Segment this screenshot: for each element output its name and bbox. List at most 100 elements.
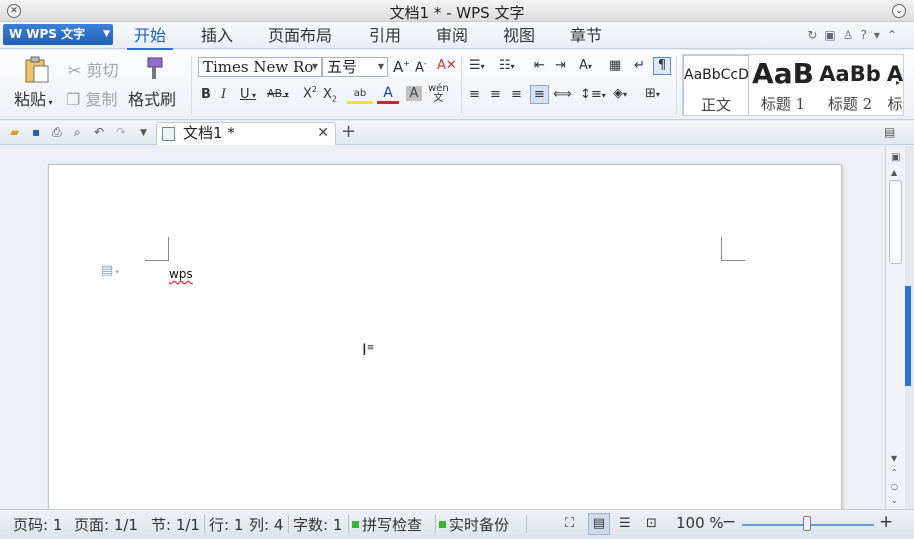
- window-title: 文档1 * - WPS 文字: [389, 4, 525, 22]
- help-icon[interactable]: ?▾: [861, 28, 887, 42]
- scroll-up-icon[interactable]: ▲: [891, 168, 897, 177]
- justify-icon[interactable]: ≡: [530, 85, 549, 104]
- vertical-scrollbar[interactable]: ▣ ▲ ▼ ⌃ ○ ⌄: [885, 146, 905, 509]
- paste-icon[interactable]: [22, 56, 50, 84]
- redo-icon[interactable]: ↷: [116, 125, 126, 139]
- window-menu-icon[interactable]: ⌄: [892, 4, 906, 18]
- margin-corner-top-left: [145, 237, 169, 261]
- tab-references[interactable]: 引用: [369, 25, 401, 49]
- select-browse-object-icon[interactable]: ○: [891, 482, 898, 491]
- document-tab[interactable]: 文档1 * ✕: [156, 122, 336, 145]
- zoom-level[interactable]: 100 %: [676, 514, 724, 532]
- scrollbar-thumb[interactable]: [889, 180, 902, 264]
- realtime-backup-toggle[interactable]: 实时备份: [439, 514, 509, 535]
- superscript-icon[interactable]: X2: [303, 85, 317, 101]
- bullet-list-icon[interactable]: ☰▾: [469, 58, 485, 73]
- styles-gallery: AaBbCcD 正文 AaB 标题 1 AaBb 标题 2 A 标: [682, 54, 904, 116]
- print-preview-icon[interactable]: ⌕: [74, 125, 81, 140]
- tab-list-icon[interactable]: ▤: [884, 125, 895, 139]
- style-heading-2[interactable]: AaBb 标题 2: [817, 55, 883, 115]
- underline-icon[interactable]: U ▾: [240, 87, 256, 102]
- grow-font-icon[interactable]: A+: [393, 58, 410, 76]
- page-count: 页面: 1/1: [74, 516, 138, 534]
- task-pane-toggle[interactable]: [905, 286, 911, 386]
- document-icon: [162, 127, 175, 141]
- align-right-icon[interactable]: ≡: [511, 87, 522, 102]
- tab-page-layout[interactable]: 页面布局: [268, 25, 332, 49]
- numbered-list-icon[interactable]: ☷▾: [499, 58, 515, 73]
- distributed-align-icon[interactable]: ⟺: [553, 87, 572, 102]
- decrease-indent-icon[interactable]: ⇤: [534, 58, 545, 73]
- print-icon[interactable]: ⎙: [52, 125, 62, 140]
- zoom-in-icon[interactable]: +: [879, 512, 893, 532]
- subscript-icon[interactable]: X2: [323, 87, 337, 104]
- previous-page-icon[interactable]: ⌃: [891, 468, 898, 477]
- word-count[interactable]: 字数: 1: [293, 514, 342, 535]
- save-icon[interactable]: ▪: [32, 125, 40, 139]
- tab-view[interactable]: 视图: [503, 25, 535, 49]
- status-separator: [348, 515, 349, 533]
- style-normal[interactable]: AaBbCcD 正文: [683, 55, 749, 115]
- format-painter-icon[interactable]: [142, 56, 166, 82]
- copy-button[interactable]: ❐ 复制: [66, 86, 117, 110]
- highlight-icon[interactable]: ab: [347, 85, 373, 104]
- spell-check-toggle[interactable]: 拼写检查: [352, 514, 422, 535]
- character-shading-icon[interactable]: A: [406, 86, 422, 101]
- web-view-icon[interactable]: ⊡: [646, 516, 657, 531]
- new-tab-icon[interactable]: +: [341, 121, 356, 142]
- open-folder-icon[interactable]: ▰: [10, 125, 19, 139]
- style-heading-3[interactable]: A 标: [885, 55, 903, 115]
- cut-button[interactable]: ✂ 剪切: [68, 57, 119, 81]
- row-info: 行: 1: [209, 516, 244, 534]
- page-view-icon[interactable]: ▤: [588, 513, 610, 535]
- paragraph-shading-icon[interactable]: ◈▾: [613, 86, 627, 101]
- phonetic-guide-icon[interactable]: wén 文: [428, 84, 449, 104]
- display-formatting-icon[interactable]: ¶: [653, 57, 671, 75]
- undo-icon[interactable]: ↶: [94, 125, 104, 139]
- document-editor[interactable]: ▤ ▾ wps I≡: [0, 146, 885, 509]
- tab-home[interactable]: 开始: [126, 25, 174, 50]
- strikethrough-icon[interactable]: AB ▾: [267, 87, 289, 100]
- increase-indent-icon[interactable]: ⇥: [555, 58, 566, 73]
- text-direction-icon[interactable]: A▾: [579, 58, 592, 73]
- skin-icon[interactable]: ♙: [843, 28, 861, 42]
- status-separator: [204, 515, 205, 533]
- style-heading-1[interactable]: AaB 标题 1: [751, 55, 815, 115]
- shrink-font-icon[interactable]: A-: [415, 59, 427, 75]
- italic-icon[interactable]: I: [221, 87, 226, 102]
- styles-more-icon[interactable]: ▸: [896, 78, 900, 87]
- format-painter-button[interactable]: 格式刷: [128, 86, 176, 110]
- clear-format-icon[interactable]: A✕: [437, 58, 457, 73]
- table-border-icon[interactable]: ▦: [609, 58, 621, 73]
- tab-insert[interactable]: 插入: [201, 25, 233, 49]
- account-icon[interactable]: ▣: [824, 28, 842, 42]
- zoom-slider-handle[interactable]: [803, 516, 811, 531]
- scroll-down-icon[interactable]: ▼: [891, 454, 897, 463]
- border-icon[interactable]: ⊞▾: [645, 86, 660, 101]
- font-family-select[interactable]: Times New Ro ▼: [198, 57, 322, 77]
- spell-check-label: 拼写检查: [362, 516, 423, 534]
- customize-toolbar-icon[interactable]: ▼: [140, 128, 147, 138]
- document-page[interactable]: ▤ ▾ wps I≡: [48, 164, 842, 509]
- align-left-icon[interactable]: ≡: [469, 87, 480, 102]
- zoom-out-icon[interactable]: −: [722, 512, 736, 532]
- font-color-icon[interactable]: A: [377, 85, 399, 104]
- full-screen-icon[interactable]: ⛶: [565, 516, 574, 531]
- collapse-ribbon-icon[interactable]: ⌃: [887, 28, 904, 42]
- font-size-select[interactable]: 五号 ▼: [322, 57, 388, 77]
- paragraph-menu-icon[interactable]: ▤ ▾: [101, 263, 119, 278]
- document-text[interactable]: wps: [169, 267, 193, 281]
- refresh-icon[interactable]: ↻: [807, 28, 824, 42]
- close-icon[interactable]: ✕: [317, 123, 329, 144]
- paste-button[interactable]: 粘贴 ▾: [14, 86, 53, 110]
- align-center-icon[interactable]: ≡: [490, 87, 501, 102]
- tab-chapter[interactable]: 章节: [570, 25, 602, 49]
- app-menu-button[interactable]: W WPS 文字 ▼: [3, 24, 113, 45]
- paragraph-mark-icon[interactable]: ↵: [634, 58, 645, 73]
- tab-review[interactable]: 审阅: [436, 25, 468, 49]
- outline-view-icon[interactable]: ☰: [619, 516, 631, 531]
- split-view-icon[interactable]: ▣: [891, 152, 900, 163]
- next-page-icon[interactable]: ⌄: [891, 496, 898, 505]
- line-spacing-icon[interactable]: ↕≡▾: [580, 87, 606, 102]
- bold-icon[interactable]: B: [201, 87, 211, 102]
